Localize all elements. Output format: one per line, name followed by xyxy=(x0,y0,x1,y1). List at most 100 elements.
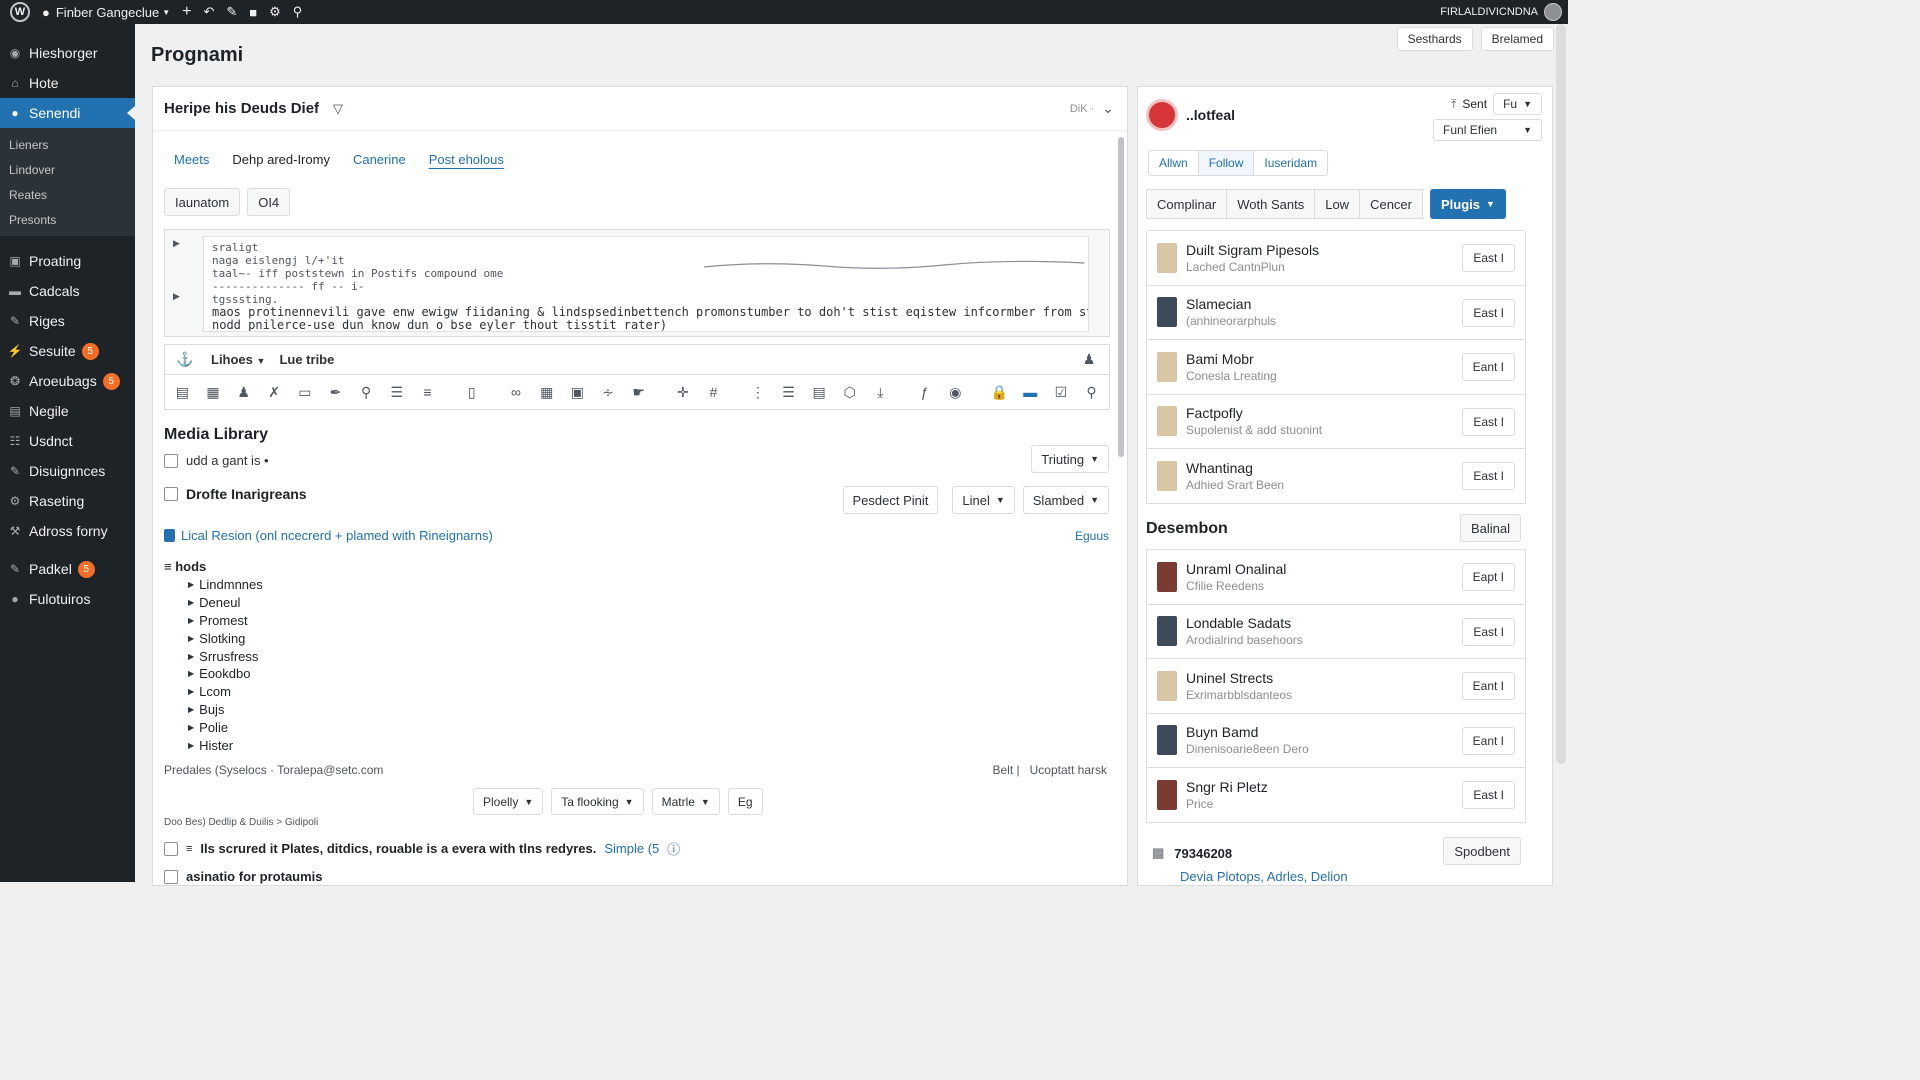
panel-scrollbar[interactable] xyxy=(1118,137,1124,457)
card-icon[interactable]: ▤ xyxy=(808,380,831,404)
fu-select[interactable]: Fu ▼ xyxy=(1493,93,1542,115)
chevron-down-icon[interactable]: ⌄ xyxy=(1102,100,1114,117)
matrle-select[interactable]: Matrle ▼ xyxy=(651,788,720,815)
key-icon[interactable]: ⚲ xyxy=(1080,380,1103,404)
paragraph-icon[interactable]: ☰ xyxy=(777,380,800,404)
ta-flooking-select[interactable]: Ta flooking ▼ xyxy=(551,788,644,815)
add-new-icon[interactable]: + xyxy=(176,0,197,24)
edit-icon[interactable]: ✎ xyxy=(220,0,243,24)
text-icon[interactable]: ƒ xyxy=(913,380,936,404)
cube-icon[interactable]: ⬡ xyxy=(838,380,861,404)
clear-format-icon[interactable]: ✗ xyxy=(263,380,286,404)
item-title[interactable]: Factpofly xyxy=(1186,405,1322,421)
profile-name[interactable]: ..lotfeal xyxy=(1186,107,1235,123)
format-dropdown[interactable]: Lihoes ▼ xyxy=(211,352,265,367)
avatar[interactable] xyxy=(1146,99,1178,131)
tree-node[interactable]: ▶ Polie xyxy=(164,718,263,736)
info-icon[interactable]: ⓘ xyxy=(667,839,680,858)
sidebar-item-senendi[interactable]: ● Senendi xyxy=(0,98,135,128)
sidebar-item-sesuite[interactable]: ⚡ Sesuite 5 xyxy=(0,336,135,366)
filter-icon[interactable]: ▽ xyxy=(333,101,343,117)
lock-icon[interactable]: 🔒 xyxy=(988,380,1011,404)
item-action-button[interactable]: East I xyxy=(1462,244,1515,272)
tab-follow[interactable]: Follow xyxy=(1198,151,1255,175)
pin-icon[interactable]: ⤒ xyxy=(1451,97,1456,112)
tab-dehp-ared-iromy[interactable]: Dehp ared-Iromy xyxy=(232,152,330,167)
item-title[interactable]: Slamecian xyxy=(1186,296,1276,312)
filter-woth-sants[interactable]: Woth Sants xyxy=(1226,189,1316,219)
folder-icon[interactable]: ▭ xyxy=(294,380,317,404)
submenu-item[interactable]: Reates xyxy=(0,182,135,207)
window-scrollbar[interactable] xyxy=(1556,24,1566,764)
expand-arrow-icon[interactable]: ▶ xyxy=(173,238,180,249)
table-icon[interactable]: ▦ xyxy=(202,380,225,404)
stop-icon[interactable]: ■ xyxy=(243,0,263,24)
sidebar-item-proating[interactable]: ▣ Proating xyxy=(0,246,135,276)
funl-efien-select[interactable]: Funl Efien ▼ xyxy=(1433,119,1542,141)
sidebar-item-cadcals[interactable]: ▬ Cadcals xyxy=(0,276,135,306)
wordpress-logo-icon[interactable]: W xyxy=(0,0,36,24)
item-action-button[interactable]: Eant I xyxy=(1461,726,1515,755)
pesdect-pinit-button[interactable]: Pesdect Pinit xyxy=(842,486,939,514)
person-icon[interactable]: ♟ xyxy=(232,380,255,404)
footer-link[interactable]: Devia Plotops, Adrles, Delion xyxy=(1180,869,1348,884)
toolbar-label[interactable]: Lue tribe xyxy=(279,352,334,367)
upload-icon[interactable]: ⤓ xyxy=(869,380,892,404)
tab-allwn[interactable]: Allwn xyxy=(1149,151,1199,175)
unlink-icon[interactable]: ∻ xyxy=(597,380,620,404)
item-title[interactable]: Buyn Bamd xyxy=(1186,724,1309,740)
tree-node[interactable]: ▶ Promest xyxy=(164,612,263,630)
sidebar-item-raseting[interactable]: ⚙ Raseting xyxy=(0,486,135,516)
footer-right-a[interactable]: Belt | xyxy=(992,763,1019,777)
screen-options-button[interactable]: Sesthards xyxy=(1396,27,1473,51)
spodbent-button[interactable]: Spodbent xyxy=(1443,837,1521,865)
option-checkbox[interactable] xyxy=(164,869,178,884)
anchor-icon[interactable]: ⚓ xyxy=(173,348,197,372)
option-checkbox[interactable] xyxy=(164,487,178,501)
box-icon[interactable]: ▣ xyxy=(566,380,589,404)
tree-node[interactable]: ▶ Slotking xyxy=(164,629,263,647)
item-title[interactable]: Sngr Ri Pletz xyxy=(1186,779,1268,795)
sidebar-item-padkel[interactable]: ✎ Padkel 5 xyxy=(0,554,135,584)
item-title[interactable]: Londable Sadats xyxy=(1186,615,1303,631)
filter-cencer[interactable]: Cencer xyxy=(1359,189,1423,219)
credit-card-icon[interactable]: ▬ xyxy=(1019,380,1042,404)
item-action-button[interactable]: East I xyxy=(1462,781,1515,809)
tree-node[interactable]: ▶ Bujs xyxy=(164,701,263,719)
plugis-button[interactable]: Plugis ▼ xyxy=(1430,189,1506,219)
item-title[interactable]: Duilt Sigram Pipesols xyxy=(1186,242,1319,258)
balinal-button[interactable]: Balinal xyxy=(1459,514,1521,542)
iaunatom-button[interactable]: Iaunatom xyxy=(164,188,241,216)
oi4-button[interactable]: OI4 xyxy=(247,188,291,216)
user-icon[interactable]: ♟ xyxy=(1077,348,1101,372)
simple-link[interactable]: Simple (5 xyxy=(604,841,659,856)
hand-icon[interactable]: ☛ xyxy=(627,380,650,404)
calendar-icon[interactable]: ▤ xyxy=(171,380,194,404)
footer-right-b[interactable]: Ucoptatt harsk xyxy=(1030,763,1107,777)
slambed-select[interactable]: Slambed ▼ xyxy=(1022,486,1109,514)
item-title[interactable]: Uninel Strects xyxy=(1186,670,1292,686)
sidebar-item-fulotuiros[interactable]: ● Fulotuiros xyxy=(0,584,135,614)
align-icon[interactable]: ☰ xyxy=(385,380,408,404)
settings-gear-icon[interactable]: ⚙ xyxy=(263,0,287,24)
tab-meets[interactable]: Meets xyxy=(174,152,209,167)
filter-low[interactable]: Low xyxy=(1314,189,1361,219)
tree-node[interactable]: ▶ Deneul xyxy=(164,594,263,612)
link-icon[interactable]: ∞ xyxy=(505,380,528,404)
tree-node[interactable]: ▶ Hister xyxy=(164,736,263,754)
item-title[interactable]: Bami Mobr xyxy=(1186,351,1277,367)
block-icon[interactable]: ▯ xyxy=(460,380,483,404)
item-action-button[interactable]: East I xyxy=(1462,298,1515,327)
eguus-link[interactable]: Eguus xyxy=(1075,529,1109,543)
sidebar-item-aroeubags[interactable]: ❂ Aroeubags 5 xyxy=(0,366,135,396)
filter-complinar[interactable]: Complinar xyxy=(1146,189,1228,219)
item-title[interactable]: Whantinag xyxy=(1186,460,1284,476)
list-icon[interactable]: ≡ xyxy=(416,380,439,404)
submenu-item[interactable]: Lindover xyxy=(0,157,135,182)
submenu-item[interactable]: Lieners xyxy=(0,132,135,157)
sort-select[interactable]: Triuting ▼ xyxy=(1031,445,1109,473)
site-menu[interactable]: ● Finber Gangeclue ▼ xyxy=(36,0,176,24)
hash-icon[interactable]: # xyxy=(702,380,725,404)
local-resion-link[interactable]: Lical Resion (onl ncecrerd + plamed with… xyxy=(164,528,493,543)
sidebar-item-riges[interactable]: ✎ Riges xyxy=(0,306,135,336)
